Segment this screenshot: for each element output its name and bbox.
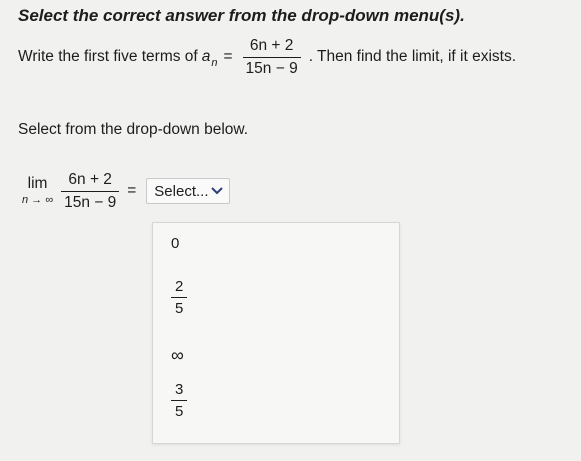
option-numerator: 3	[175, 381, 184, 398]
option-denominator: 5	[175, 300, 184, 317]
limit-label: lim	[27, 174, 48, 192]
option-fraction: 2 5	[171, 278, 188, 317]
question-equals: =	[223, 48, 233, 65]
dropdown-option-2-5[interactable]: 2 5	[171, 278, 188, 317]
limit-equals: =	[127, 182, 137, 199]
answer-dropdown[interactable]: Select...	[146, 178, 231, 204]
limit-expression: lim n → ∞ 6n + 2 15n − 9 = Select...	[22, 171, 231, 211]
limit-fraction: 6n + 2 15n − 9	[61, 171, 120, 211]
option-fraction: 3 5	[171, 381, 188, 420]
prompt-text: Select from the drop-down below.	[18, 121, 249, 138]
question-prefix: Write the first five terms of	[18, 48, 198, 65]
dropdown-option-3-5[interactable]: 3 5	[171, 381, 188, 420]
fraction-numerator: 6n + 2	[249, 37, 294, 54]
fraction-denominator: 15n − 9	[245, 59, 298, 77]
dropdown-value: Select...	[154, 182, 209, 200]
limit-subscript: n → ∞	[22, 194, 54, 207]
instruction-text: Select the correct answer from the drop-…	[18, 6, 465, 25]
limit-numerator: 6n + 2	[68, 171, 112, 188]
sequence-fraction: 6n + 2 15n − 9	[242, 37, 301, 77]
question-text: Write the first five terms of a n = 6n +…	[18, 38, 516, 76]
sequence-subscript: n	[211, 57, 218, 69]
sequence-variable: a	[201, 48, 211, 65]
option-numerator: 2	[175, 278, 184, 295]
question-suffix: . Then find the limit, if it exists.	[308, 48, 517, 65]
dropdown-option-0[interactable]: 0	[171, 235, 179, 252]
limit-operator: lim n → ∞	[22, 176, 53, 207]
chevron-down-icon	[211, 184, 224, 198]
dropdown-menu: 0 2 5 ∞ 3 5	[152, 222, 400, 444]
limit-denominator: 15n − 9	[64, 193, 117, 211]
option-denominator: 5	[175, 403, 184, 420]
dropdown-option-infinity[interactable]: ∞	[171, 345, 184, 366]
